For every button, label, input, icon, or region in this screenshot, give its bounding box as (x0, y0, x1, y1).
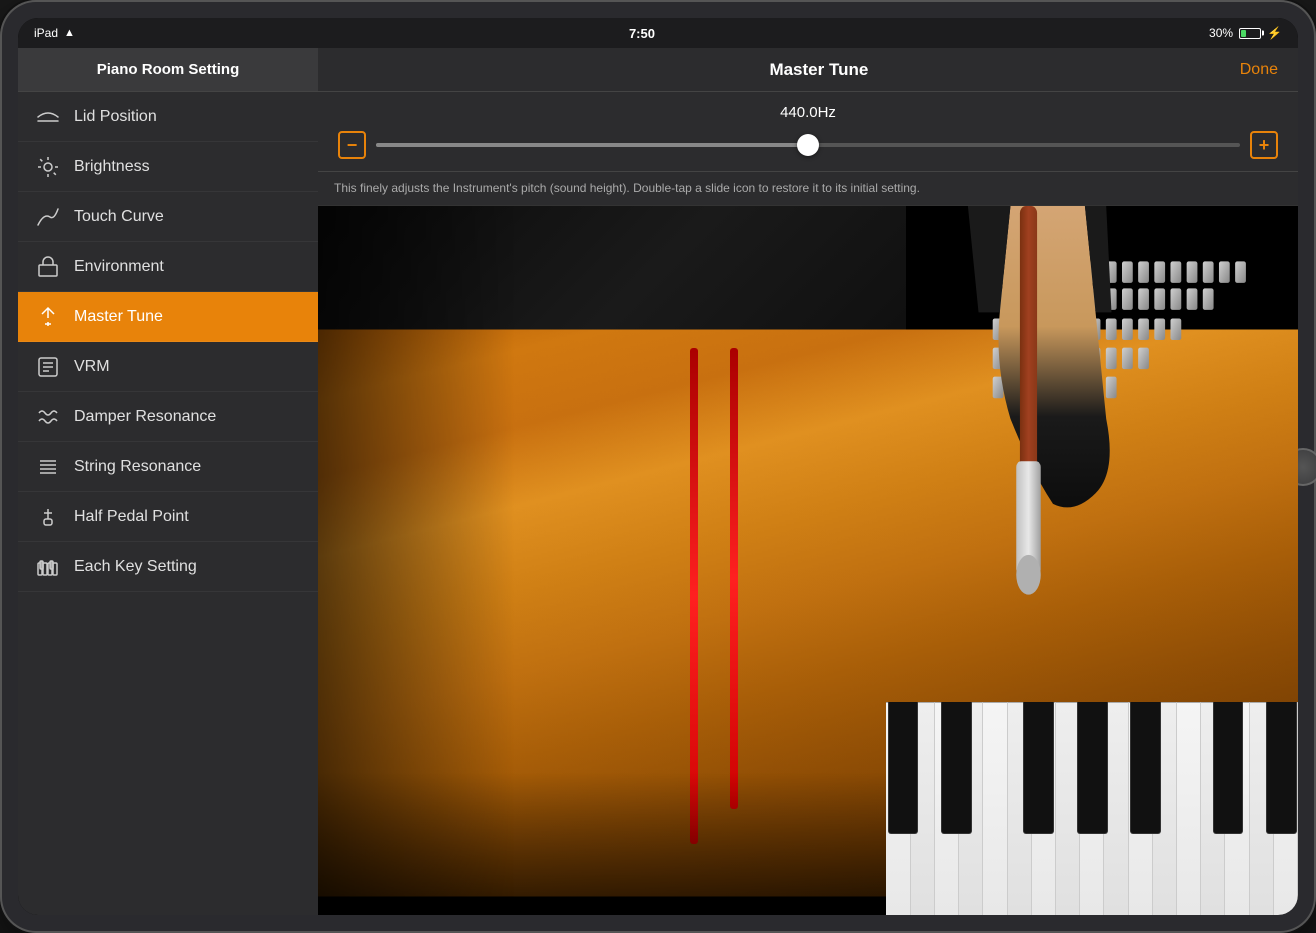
piano-keys-bottom (886, 702, 1298, 915)
battery-percent-label: 30% (1209, 26, 1233, 40)
tune-value: 440.0Hz (338, 104, 1278, 121)
white-key (1008, 702, 1032, 915)
sidebar-item-label: Environment (74, 258, 164, 276)
status-left: iPad ▲ (34, 26, 75, 40)
sidebar-item-label: String Resonance (74, 458, 201, 476)
sidebar-item-string-resonance[interactable]: String Resonance (18, 442, 318, 492)
white-key (983, 702, 1007, 915)
right-panel: Master Tune Done 440.0Hz − + (318, 48, 1298, 915)
sidebar-item-vrm[interactable]: VRM (18, 342, 318, 392)
done-button[interactable]: Done (1240, 61, 1278, 79)
white-key (1201, 702, 1225, 915)
white-key (1250, 702, 1274, 915)
environment-icon (34, 253, 62, 281)
right-header: Master Tune Done (318, 48, 1298, 92)
sidebar-item-label: Half Pedal Point (74, 508, 189, 526)
piano-image-area (318, 206, 1298, 915)
device-name-label: iPad (34, 26, 58, 40)
brightness-icon (34, 153, 62, 181)
sidebar-item-environment[interactable]: Environment (18, 242, 318, 292)
white-key (1032, 702, 1056, 915)
white-key (1153, 702, 1177, 915)
screen: iPad ▲ 7:50 30% ⚡ Piano Room Setting (18, 18, 1298, 915)
sidebar-item-label: Damper Resonance (74, 408, 216, 426)
white-key (959, 702, 983, 915)
left-shadow (318, 206, 514, 915)
white-key (1177, 702, 1201, 915)
sidebar-item-half-pedal-point[interactable]: Half Pedal Point (18, 492, 318, 542)
status-time: 7:50 (629, 26, 655, 41)
tune-slider[interactable] (376, 143, 1240, 147)
slider-thumb[interactable] (797, 134, 819, 156)
key-setting-icon (34, 553, 62, 581)
white-key (1274, 702, 1298, 915)
battery-fill (1241, 30, 1246, 37)
status-right: 30% ⚡ (1209, 26, 1282, 40)
sidebar-item-damper-resonance[interactable]: Damper Resonance (18, 392, 318, 442)
sidebar-item-each-key-setting[interactable]: Each Key Setting (18, 542, 318, 592)
sidebar: Piano Room Setting Lid Position Brightne… (18, 48, 318, 915)
white-key (1225, 702, 1249, 915)
white-key (935, 702, 959, 915)
lid-icon (34, 103, 62, 131)
decrease-button[interactable]: − (338, 131, 366, 159)
white-key (1080, 702, 1104, 915)
sidebar-item-label: VRM (74, 358, 110, 376)
master-tune-icon (34, 303, 62, 331)
white-key (1129, 702, 1153, 915)
charging-icon: ⚡ (1267, 26, 1282, 40)
red-bar-2 (730, 348, 738, 809)
string-icon (34, 453, 62, 481)
white-key (886, 702, 910, 915)
wifi-icon: ▲ (64, 27, 75, 39)
sidebar-item-brightness[interactable]: Brightness (18, 142, 318, 192)
sidebar-item-label: Each Key Setting (74, 558, 197, 576)
piano-scene (318, 206, 1298, 915)
sidebar-title: Piano Room Setting (18, 48, 318, 92)
white-key (911, 702, 935, 915)
red-bar (690, 348, 698, 844)
touch-curve-icon (34, 203, 62, 231)
device-frame: iPad ▲ 7:50 30% ⚡ Piano Room Setting (0, 0, 1316, 933)
sidebar-item-label: Master Tune (74, 308, 163, 326)
sidebar-item-label: Lid Position (74, 108, 157, 126)
white-key (1104, 702, 1128, 915)
sidebar-item-touch-curve[interactable]: Touch Curve (18, 192, 318, 242)
status-bar: iPad ▲ 7:50 30% ⚡ (18, 18, 1298, 48)
sidebar-item-label: Touch Curve (74, 208, 164, 226)
main-content: Piano Room Setting Lid Position Brightne… (18, 48, 1298, 915)
damper-icon (34, 403, 62, 431)
sidebar-item-label: Brightness (74, 158, 150, 176)
pedal-icon (34, 503, 62, 531)
panel-title: Master Tune (398, 60, 1240, 80)
tune-description: This finely adjusts the Instrument's pit… (318, 172, 1298, 206)
tuning-hammer (1004, 206, 1053, 632)
vrm-icon (34, 353, 62, 381)
sidebar-item-lid-position[interactable]: Lid Position (18, 92, 318, 142)
slider-row: − + (338, 131, 1278, 159)
white-key (1056, 702, 1080, 915)
hand-silhouette (906, 206, 1200, 525)
slider-fill (376, 143, 808, 147)
sidebar-item-master-tune[interactable]: Master Tune (18, 292, 318, 342)
battery-icon (1239, 28, 1261, 39)
increase-button[interactable]: + (1250, 131, 1278, 159)
tune-control: 440.0Hz − + (318, 92, 1298, 172)
